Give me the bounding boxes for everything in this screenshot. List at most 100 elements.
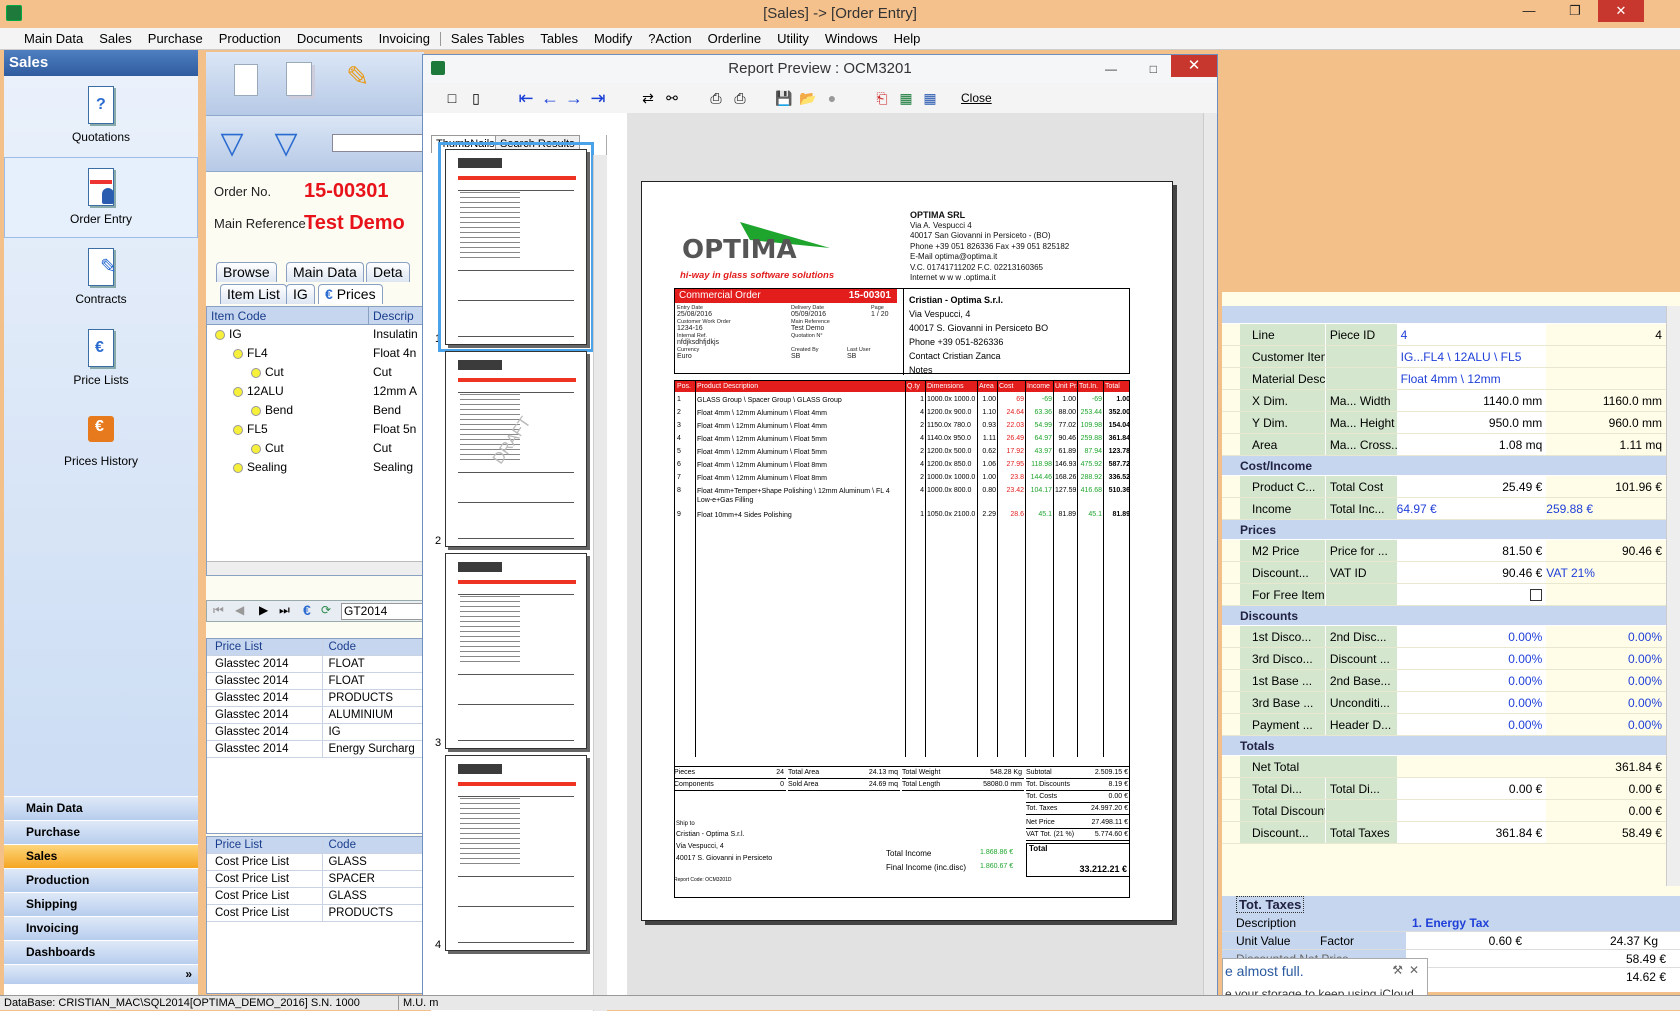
menu-sales[interactable]: Sales (91, 28, 140, 50)
property-value-2[interactable]: 0.00 € (1546, 800, 1666, 821)
find-icon[interactable]: ⚯ (663, 90, 681, 106)
order-line-row[interactable]: 7 Float 4mm \ 12mm Aluminum \ Float 8mm 2 1… (675, 472, 1130, 485)
property-value[interactable]: 64.97 € (1396, 498, 1547, 519)
menu--action[interactable]: ?Action (640, 28, 699, 50)
nav-group-invoicing[interactable]: Invoicing (4, 916, 198, 940)
properties-scrollbar[interactable] (1666, 306, 1680, 886)
save-icon[interactable]: 💾 (775, 90, 793, 106)
property-value-2[interactable] (1546, 368, 1666, 389)
property-value[interactable]: 0.00% (1396, 626, 1547, 647)
property-row[interactable]: Income Total Inc... 64.97 €259.88 € (1222, 498, 1666, 520)
section-prices[interactable]: Prices (1222, 520, 1666, 540)
property-value-2[interactable] (1546, 584, 1666, 605)
nav-item-prices-history[interactable]: € Prices History (4, 400, 198, 481)
goto-page-icon[interactable]: ⇄ (639, 90, 657, 106)
property-row[interactable]: M2 Price Price for ... 81.50 €90.46 € (1222, 540, 1666, 562)
first-record-icon[interactable]: ⏮ (213, 603, 224, 618)
document-scrollbar[interactable] (1203, 113, 1217, 1009)
tree-hscrollbar[interactable] (207, 561, 423, 575)
property-value-2[interactable]: 58.49 € (1546, 822, 1666, 843)
property-value-2[interactable]: 101.96 € (1546, 476, 1666, 497)
tab-main-data[interactable]: Main Data (286, 262, 364, 282)
nav-expand-icon[interactable]: » (4, 964, 198, 984)
prev-record-icon[interactable]: ◀ (235, 603, 244, 617)
nav-item-price-lists[interactable]: € Price Lists (4, 319, 198, 400)
property-value-2[interactable]: 1.11 mq (1546, 434, 1666, 455)
tree-row[interactable]: IG Insulatin (207, 325, 423, 344)
order-line-row[interactable]: 3 Float 4mm \ 12mm Aluminum \ Float 4mm 2 1… (675, 420, 1130, 433)
stop-icon[interactable]: ● (823, 90, 841, 106)
prev-page-icon[interactable]: ← (541, 89, 559, 107)
page-thumbnail[interactable] (445, 755, 587, 951)
property-value-2[interactable]: 90.46 € (1546, 540, 1666, 561)
nav-group-shipping[interactable]: Shipping (4, 892, 198, 916)
property-value-2[interactable] (1546, 346, 1666, 367)
tree-row[interactable]: Bend Bend (207, 401, 423, 420)
next-record-icon[interactable]: ▶ (259, 603, 268, 617)
property-row[interactable]: 3rd Disco... Discount ... 0.00% 0.00% (1222, 648, 1666, 670)
last-page-icon[interactable]: ⇥ (589, 89, 607, 107)
property-value[interactable]: 4 (1396, 324, 1547, 345)
order-line-row[interactable]: 9 Float 10mm+4 Sides Polishing 1 1050.0x 21… (675, 509, 1130, 522)
currency-icon[interactable]: € (303, 602, 311, 618)
property-value[interactable]: IG...FL4 \ 12ALU \ FL5 (1396, 346, 1547, 367)
property-row[interactable]: Discount... Total Taxes 361.84 €58.49 € (1222, 822, 1666, 844)
property-row[interactable]: Material Descr. Float 4mm \ 12mm Aluminum… (1222, 368, 1666, 408)
tree-row[interactable]: Cut Cut (207, 363, 423, 382)
print-setup-icon[interactable]: ⎙ (707, 90, 725, 106)
property-value-2[interactable]: 0.00% (1546, 692, 1666, 713)
property-row[interactable]: Line Piece ID 4 4 (1222, 324, 1666, 346)
property-value[interactable]: 1.08 mq (1396, 434, 1547, 455)
grid-row[interactable]: Glasstec 2014 ALUMINIUM (207, 707, 423, 724)
menu-sales-tables[interactable]: Sales Tables (443, 28, 532, 50)
menu-modify[interactable]: Modify (586, 28, 640, 50)
menu-main-data[interactable]: Main Data (16, 28, 91, 50)
property-row[interactable]: 1st Base ... 2nd Base... 0.00% 0.00% (1222, 670, 1666, 692)
nav-item-quotations[interactable]: ? Quotations (4, 76, 198, 157)
property-value[interactable]: 0.00% (1396, 670, 1547, 691)
property-value-2[interactable]: 259.88 € (1546, 498, 1666, 519)
order-line-row[interactable]: 2 Float 4mm \ 12mm Aluminum \ Float 4mm 4 1… (675, 407, 1130, 420)
menu-utility[interactable]: Utility (769, 28, 817, 50)
tree-row[interactable]: Cut Cut (207, 439, 423, 458)
for-free-item-checkbox[interactable] (1530, 589, 1543, 601)
grid-row[interactable]: Cost Price List PRODUCTS (207, 905, 423, 922)
property-value-2[interactable]: 0.00% (1546, 648, 1666, 669)
menu-help[interactable]: Help (886, 28, 929, 50)
property-value-2[interactable]: 0.00% (1546, 626, 1666, 647)
export-pdf-icon[interactable]: ⎗ (873, 90, 891, 106)
property-value[interactable]: 90.46 € (1396, 562, 1547, 583)
tab-browse[interactable]: Browse (216, 262, 277, 282)
property-row[interactable]: 1st Disco... 2nd Disc... 0.00% 0.00% (1222, 626, 1666, 648)
order-line-row[interactable]: 4 Float 4mm \ 12mm Aluminum \ Float 5mm 4 1… (675, 433, 1130, 446)
print-icon[interactable]: ⎙ (731, 90, 749, 106)
property-value-2[interactable]: 0.00 € (1546, 778, 1666, 799)
export-excel-icon[interactable]: ▦ (897, 90, 915, 106)
order-line-row[interactable]: 1 GLASS Group \ Spacer Group \ GLASS Grou… (675, 394, 1130, 407)
preview-minimize-button[interactable]: — (1105, 55, 1117, 83)
menu-tables[interactable]: Tables (532, 28, 586, 50)
menu-orderline[interactable]: Orderline (700, 28, 769, 50)
refresh-icon[interactable]: ⟳ (321, 603, 331, 617)
grid-row[interactable]: Glasstec 2014 IG (207, 724, 423, 741)
tree-row[interactable]: 12ALU 12mm A (207, 382, 423, 401)
restore-button[interactable]: ❐ (1552, 0, 1598, 22)
property-row[interactable]: Net Total 361.84 € (1222, 756, 1666, 778)
property-value[interactable]: 361.84 € (1396, 822, 1547, 843)
close-window-button[interactable]: ✕ (1598, 0, 1644, 22)
section-discounts[interactable]: Discounts (1222, 606, 1666, 626)
tree-row[interactable]: Sealing Sealing (207, 458, 423, 477)
property-value-2[interactable]: 960.0 mm (1546, 412, 1666, 433)
menu-windows[interactable]: Windows (817, 28, 886, 50)
property-value[interactable]: 0.00% (1396, 714, 1547, 735)
property-value[interactable] (1396, 584, 1547, 605)
grid-row[interactable]: Glasstec 2014 Energy Surcharg (207, 741, 423, 758)
page-thumbnail[interactable] (438, 142, 594, 352)
grid-row[interactable]: Glasstec 2014 FLOAT (207, 656, 423, 673)
property-row[interactable]: Discount... VAT ID 90.46 € VAT 21% (1222, 562, 1666, 584)
property-row[interactable]: Product C... Total Cost 25.49 €101.96 € (1222, 476, 1666, 498)
page-thumbnail[interactable]: DRAFT (445, 351, 587, 547)
next-page-icon[interactable]: → (565, 89, 583, 107)
property-value[interactable]: 81.50 € (1396, 540, 1547, 561)
close-toast-icon[interactable]: ✕ (1409, 963, 1419, 977)
